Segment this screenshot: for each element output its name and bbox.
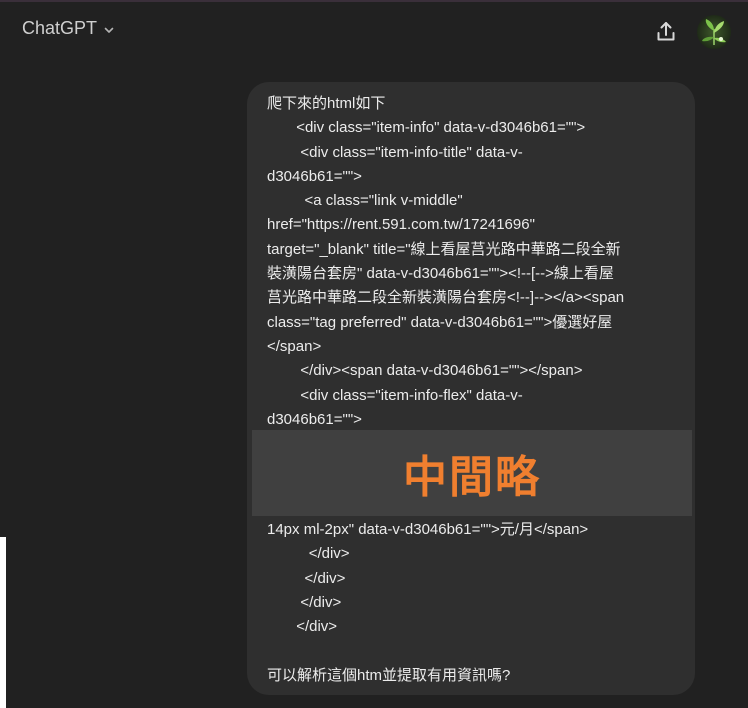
message-text-before: 爬下來的html如下 <div class="item-info" data-v… <box>267 95 625 428</box>
omitted-section-banner: 中間略 <box>252 430 692 516</box>
avatar[interactable] <box>697 15 731 49</box>
omitted-label: 中間略 <box>403 452 541 503</box>
plant-avatar-icon <box>702 19 726 45</box>
message-text-after: 14px ml-2px" data-v-d3046b61="">元/月</spa… <box>267 521 589 684</box>
model-selector[interactable]: ChatGPT <box>22 18 115 39</box>
share-icon <box>657 22 675 41</box>
chevron-down-icon <box>104 27 114 33</box>
chat-header: ChatGPT <box>0 2 748 58</box>
model-name: ChatGPT <box>22 18 98 38</box>
share-button[interactable] <box>654 20 678 44</box>
window-edge <box>0 537 6 708</box>
user-message-bubble: 爬下來的html如下 <div class="item-info" data-v… <box>247 82 695 695</box>
